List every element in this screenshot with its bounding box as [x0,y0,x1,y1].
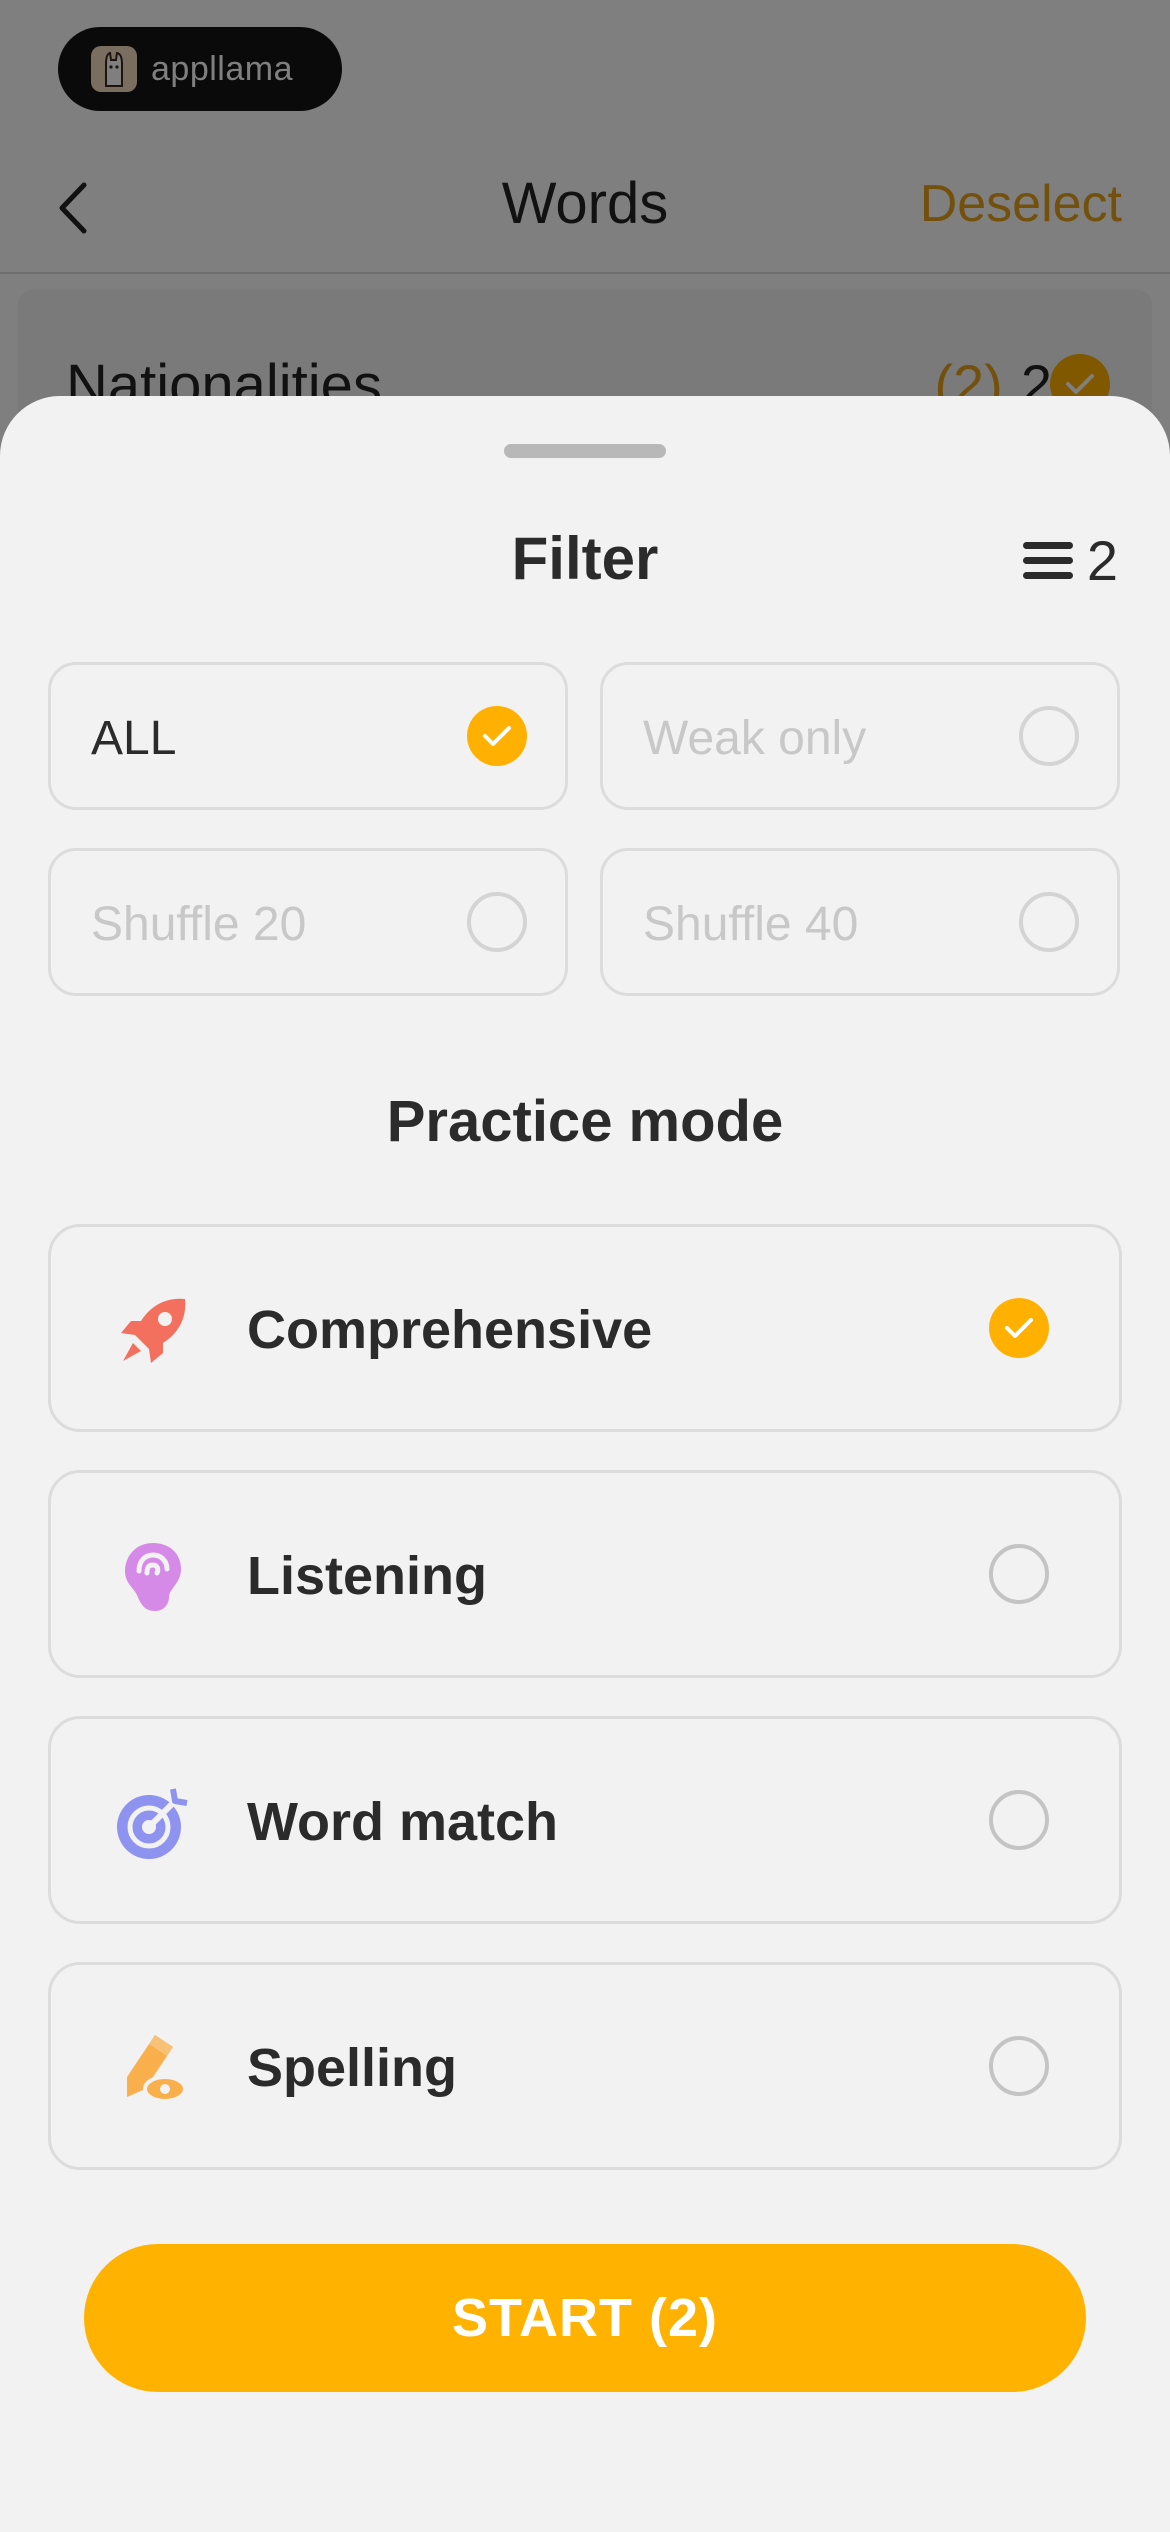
filter-count-value: 2 [1086,529,1118,592]
start-button[interactable]: START (2) [84,2244,1086,2392]
practice-mode-title: Practice mode [386,1089,784,1154]
filter-option-shuffle-20[interactable]: Shuffle 20 [48,848,568,996]
mode-word-match[interactable]: Word match [48,1716,1122,1924]
check-icon [1005,1318,1033,1338]
target-icon [117,1788,188,1859]
radio-unselected [1019,706,1079,766]
mode-label: Comprehensive [247,1300,653,1360]
filter-count: 2 [1021,528,1118,593]
radio-unselected [989,1544,1049,1604]
filter-sheet: Filter 2 ALL Weak only Shuffle 20 Shuffl… [0,396,1170,2532]
start-button-label: START (2) [452,2288,718,2348]
mode-spelling[interactable]: Spelling [48,1962,1122,2170]
radio-unselected [467,892,527,952]
filter-option-label: ALL [91,712,177,765]
radio-unselected [989,2036,1049,2096]
filter-option-label: Shuffle 20 [91,898,307,951]
radio-unselected [1019,892,1079,952]
filter-option-all[interactable]: ALL [48,662,568,810]
ear-icon [125,1543,181,1611]
filter-option-label: Weak only [643,712,867,765]
mode-label: Spelling [247,2038,458,2098]
sheet-title: Filter [511,525,659,592]
menu-lines-icon [1022,541,1073,579]
filter-option-label: Shuffle 40 [643,898,859,951]
mode-comprehensive[interactable]: Comprehensive [48,1224,1122,1432]
mode-label: Listening [247,1546,487,1606]
mode-listening[interactable]: Listening [48,1470,1122,1678]
sheet-drag-handle[interactable] [504,444,666,458]
radio-selected [989,1298,1049,1358]
radio-unselected [989,1790,1049,1850]
rocket-icon [121,1298,186,1363]
pencil-eye-icon [127,2035,187,2103]
radio-selected [467,706,527,766]
check-icon [483,726,511,746]
filter-option-shuffle-40[interactable]: Shuffle 40 [600,848,1120,996]
mode-label: Word match [247,1792,559,1852]
filter-option-weak-only[interactable]: Weak only [600,662,1120,810]
